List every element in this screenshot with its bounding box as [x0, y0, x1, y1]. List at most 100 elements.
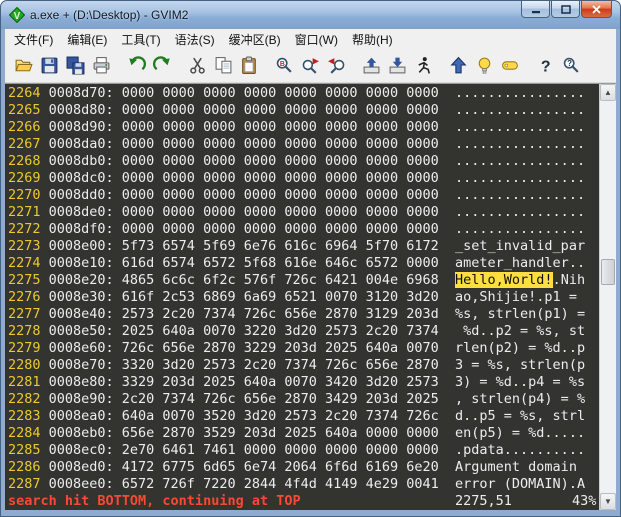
hex-line[interactable]: 2272 0008df0: 0000 0000 0000 0000 0000 0…	[8, 221, 599, 238]
jump-to-tag-button[interactable]	[497, 53, 523, 79]
editor-main: 2264 0008d70: 0000 0000 0000 0000 0000 0…	[5, 83, 616, 510]
close-button[interactable]	[581, 1, 612, 18]
line-text: 0008e70: 3320 3d20 2573 2c20 7374 726c 6…	[49, 357, 585, 373]
print-button[interactable]	[88, 53, 114, 79]
make-icon	[449, 56, 468, 75]
line-number: 2272	[8, 221, 49, 237]
cut-icon	[188, 56, 207, 75]
line-number: 2277	[8, 306, 49, 322]
line-text: 0008ec0: 2e70 6461 7461 0000 0000 0000 0…	[49, 442, 585, 458]
toolbar: B??	[5, 49, 616, 83]
help-button[interactable]: ?	[532, 53, 558, 79]
menu-syntax[interactable]: 语法(S)	[168, 29, 222, 50]
line-number: 2278	[8, 323, 49, 339]
menu-window[interactable]: 窗口(W)	[288, 29, 345, 50]
menubar: 文件(F)编辑(E)工具(T)语法(S)缓冲区(B)窗口(W)帮助(H)	[5, 29, 616, 49]
line-text: 0008dc0: 0000 0000 0000 0000 0000 0000 0…	[49, 170, 585, 186]
line-number: 2276	[8, 289, 49, 305]
hex-line[interactable]: 2281 0008e80: 3329 203d 2025 640a 0070 3…	[8, 374, 599, 391]
open-button[interactable]	[10, 53, 36, 79]
menu-edit[interactable]: 编辑(E)	[60, 29, 114, 50]
hex-line[interactable]: 2282 0008e90: 2c20 7374 726c 656e 2870 3…	[8, 391, 599, 408]
paste-button[interactable]	[236, 53, 262, 79]
menu-tools[interactable]: 工具(T)	[114, 29, 167, 50]
build-tags-button[interactable]	[471, 53, 497, 79]
hex-line[interactable]: 2271 0008de0: 0000 0000 0000 0000 0000 0…	[8, 204, 599, 221]
hex-line[interactable]: 2266 0008d90: 0000 0000 0000 0000 0000 0…	[8, 119, 599, 136]
vertical-scrollbar[interactable]: ▲ ▼	[599, 84, 616, 510]
svg-text:?: ?	[567, 59, 572, 68]
vim-logo-icon: V	[9, 7, 25, 23]
hex-line[interactable]: 2274 0008e10: 616d 6574 6572 5f68 616e 6…	[8, 255, 599, 272]
search-highlight: Hello,World!	[455, 272, 553, 288]
undo-button[interactable]	[123, 53, 149, 79]
svg-text:V: V	[14, 11, 21, 22]
line-number: 2286	[8, 459, 49, 475]
line-number: 2281	[8, 374, 49, 390]
hex-line[interactable]: 2283 0008ea0: 640a 0070 3520 3d20 2573 2…	[8, 408, 599, 425]
menu-buffers[interactable]: 缓冲区(B)	[222, 29, 288, 50]
save-all-icon	[66, 56, 85, 75]
menu-file[interactable]: 文件(F)	[7, 29, 60, 50]
save-button[interactable]	[36, 53, 62, 79]
save-all-button[interactable]	[62, 53, 88, 79]
scroll-up-arrow[interactable]: ▲	[600, 84, 616, 101]
line-number: 2285	[8, 442, 49, 458]
line-number: 2266	[8, 119, 49, 135]
menu-help[interactable]: 帮助(H)	[345, 29, 400, 50]
hex-line[interactable]: 2275 0008e20: 4865 6c6c 6f2c 576f 726c 6…	[8, 272, 599, 289]
hex-line[interactable]: 2269 0008dc0: 0000 0000 0000 0000 0000 0…	[8, 170, 599, 187]
hex-line[interactable]: 2265 0008d80: 0000 0000 0000 0000 0000 0…	[8, 102, 599, 119]
line-text: 0008e40: 2573 2c20 7374 726c 656e 2870 3…	[49, 306, 585, 322]
build-tags-icon	[475, 56, 494, 75]
scrollbar-thumb[interactable]	[601, 259, 615, 285]
hex-line[interactable]: 2278 0008e50: 2025 640a 0070 3220 3d20 2…	[8, 323, 599, 340]
scroll-down-arrow[interactable]: ▼	[600, 493, 616, 510]
hex-line[interactable]: 2277 0008e40: 2573 2c20 7374 726c 656e 2…	[8, 306, 599, 323]
minimize-button[interactable]	[521, 1, 550, 18]
find-prev-button[interactable]	[323, 53, 349, 79]
hex-line[interactable]: 2268 0008db0: 0000 0000 0000 0000 0000 0…	[8, 153, 599, 170]
hex-line[interactable]: 2286 0008ed0: 4172 6775 6d65 6e74 2064 6…	[8, 459, 599, 476]
line-number: 2269	[8, 170, 49, 186]
line-text: 0008e20: 4865 6c6c 6f2c 576f 726c 6421 0…	[49, 272, 455, 288]
hex-line[interactable]: 2264 0008d70: 0000 0000 0000 0000 0000 0…	[8, 85, 599, 102]
line-text: 0008dd0: 0000 0000 0000 0000 0000 0000 0…	[49, 187, 585, 203]
hex-line[interactable]: 2279 0008e60: 726c 656e 2870 3229 203d 2…	[8, 340, 599, 357]
hex-line[interactable]: 2267 0008da0: 0000 0000 0000 0000 0000 0…	[8, 136, 599, 153]
make-button[interactable]	[445, 53, 471, 79]
hex-line[interactable]: 2287 0008ee0: 6572 726f 7220 2844 4f4d 4…	[8, 476, 599, 493]
hex-line[interactable]: 2285 0008ec0: 2e70 6461 7461 0000 0000 0…	[8, 442, 599, 459]
run-script-button[interactable]	[410, 53, 436, 79]
line-text: 0008eb0: 656e 2870 3529 203d 2025 640a 0…	[49, 425, 585, 441]
cut-button[interactable]	[184, 53, 210, 79]
hex-line[interactable]: 2270 0008dd0: 0000 0000 0000 0000 0000 0…	[8, 187, 599, 204]
save-session-button[interactable]	[384, 53, 410, 79]
titlebar[interactable]: V a.exe + (D:\Desktop) - GVIM2	[1, 1, 620, 29]
print-icon	[92, 56, 111, 75]
hex-line[interactable]: 2280 0008e70: 3320 3d20 2573 2c20 7374 7…	[8, 357, 599, 374]
hex-line[interactable]: 2276 0008e30: 616f 2c53 6869 6a69 6521 0…	[8, 289, 599, 306]
hex-line[interactable]: 2273 0008e00: 5f73 6574 5f69 6e76 616c 6…	[8, 238, 599, 255]
line-text: 0008ed0: 4172 6775 6d65 6e74 2064 6f6d 6…	[49, 459, 585, 475]
redo-button[interactable]	[149, 53, 175, 79]
toolbar-separator	[436, 53, 445, 79]
line-number: 2271	[8, 204, 49, 220]
line-number: 2275	[8, 272, 49, 288]
load-session-button[interactable]	[358, 53, 384, 79]
line-text: 0008d80: 0000 0000 0000 0000 0000 0000 0…	[49, 102, 585, 118]
line-number: 2265	[8, 102, 49, 118]
copy-button[interactable]	[210, 53, 236, 79]
find-replace-button[interactable]: B	[271, 53, 297, 79]
save-icon	[40, 56, 59, 75]
find-next-button[interactable]	[297, 53, 323, 79]
hex-line[interactable]: 2284 0008eb0: 656e 2870 3529 203d 2025 6…	[8, 425, 599, 442]
toolbar-separator	[349, 53, 358, 79]
maximize-button[interactable]	[551, 1, 580, 18]
line-text: 0008e90: 2c20 7374 726c 656e 2870 3429 2…	[49, 391, 585, 407]
find-next-icon	[301, 56, 320, 75]
line-number: 2283	[8, 408, 49, 424]
text-area[interactable]: 2264 0008d70: 0000 0000 0000 0000 0000 0…	[5, 84, 599, 510]
find-help-button[interactable]: ?	[558, 53, 584, 79]
window-body: 文件(F)编辑(E)工具(T)语法(S)缓冲区(B)窗口(W)帮助(H) B??…	[5, 29, 616, 510]
